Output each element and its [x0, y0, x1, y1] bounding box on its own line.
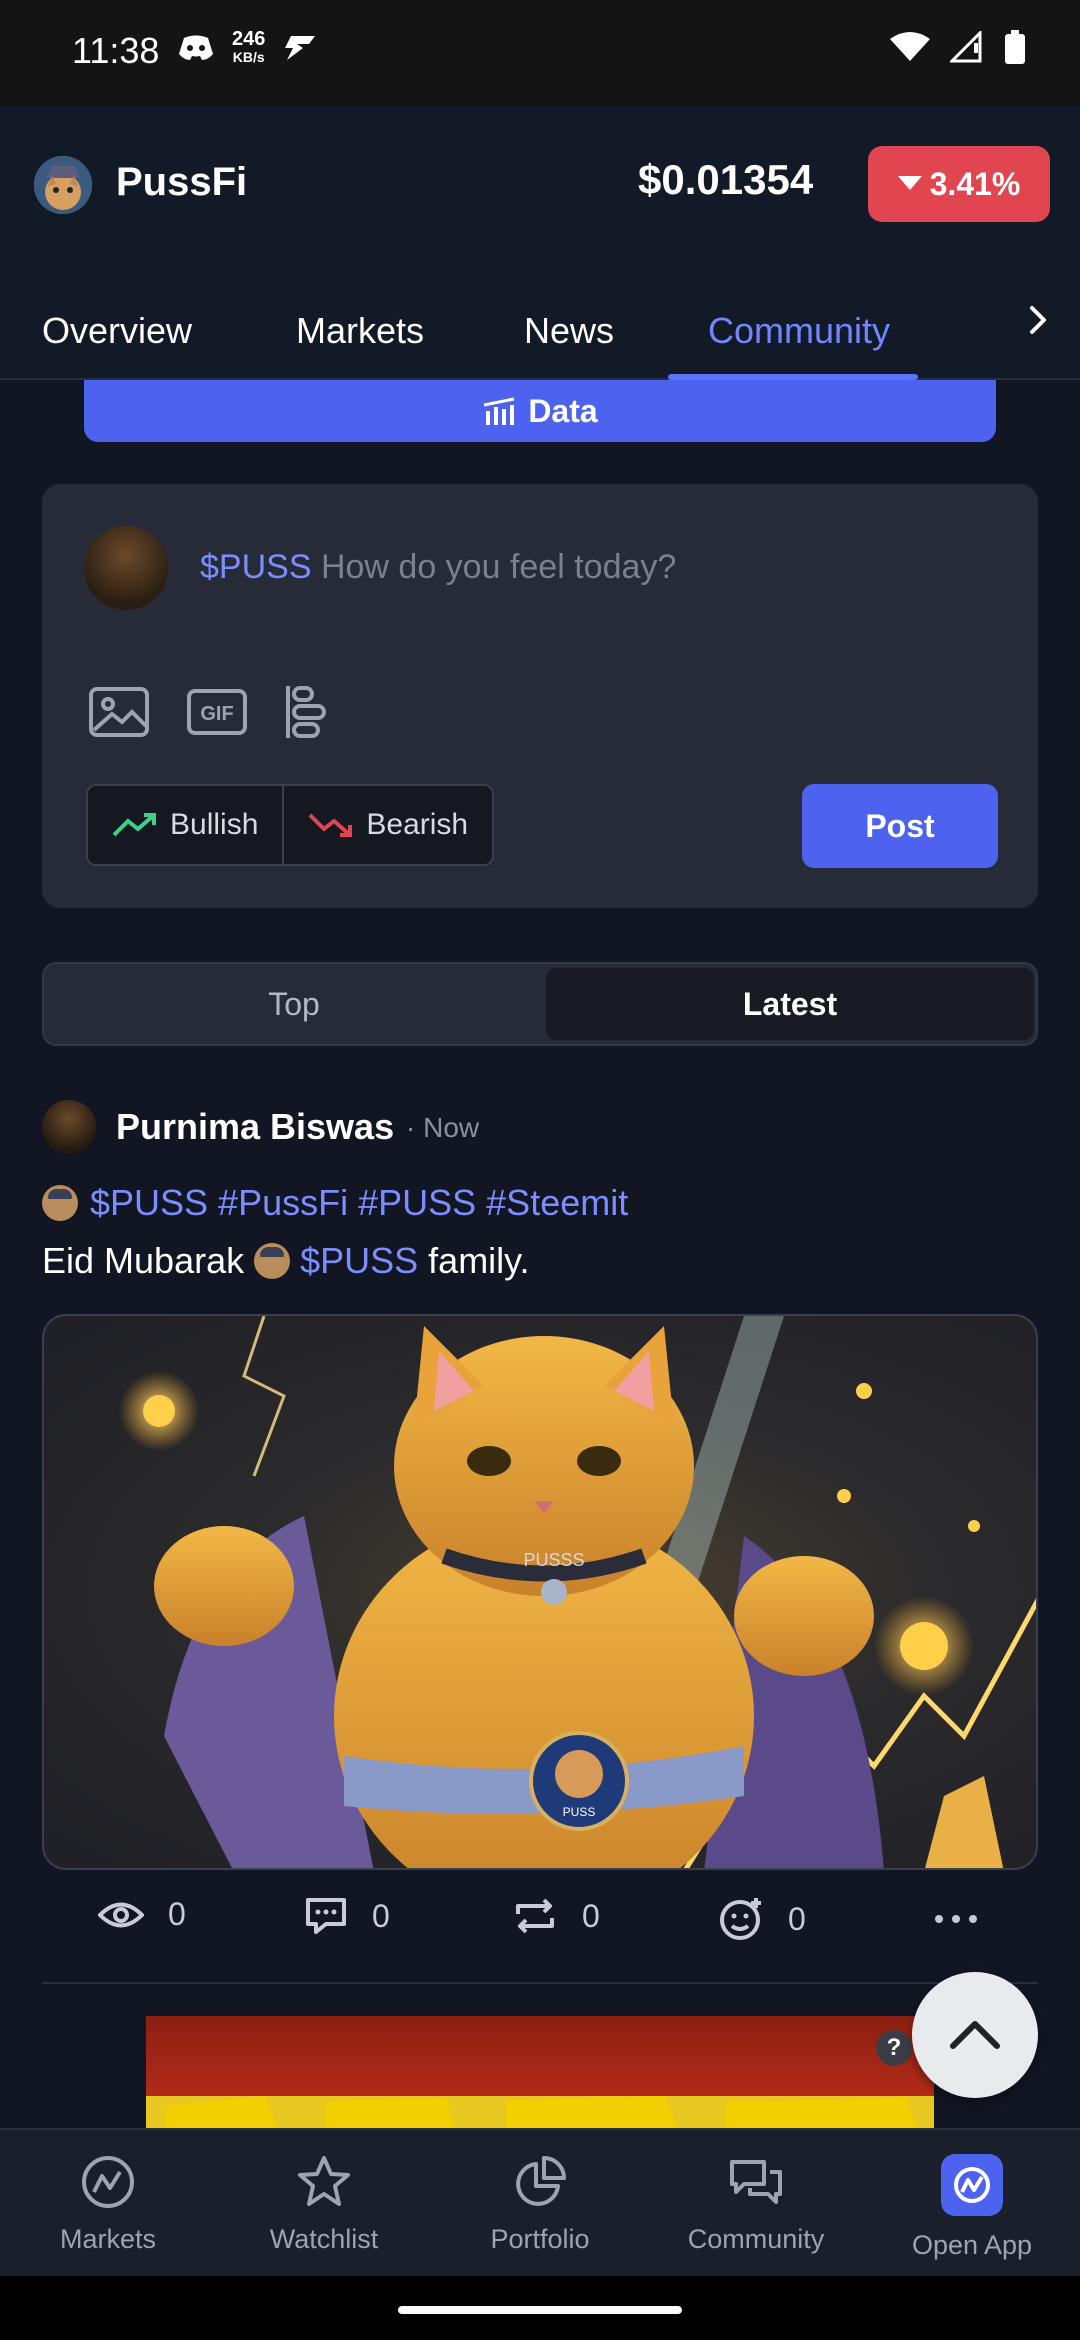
nav-portfolio-label: Portfolio: [490, 2224, 590, 2254]
nav-open-app-label: Open App: [911, 2230, 1033, 2260]
post-text-prefix: Eid Mubarak: [42, 1240, 245, 1281]
gesture-navigation-bar: [0, 2276, 1080, 2340]
nav-markets-label: Markets: [59, 2224, 157, 2254]
bearish-label: Bearish: [366, 808, 469, 841]
pie-chart-icon: [516, 2156, 566, 2206]
user-avatar: [84, 526, 168, 610]
markets-icon: [82, 2156, 134, 2208]
post-composer: $PUSS How do you feel today? GIF Bullish…: [42, 484, 1038, 908]
data-button[interactable]: Data: [84, 380, 996, 442]
comments-count: 0: [372, 1897, 390, 1934]
poll-icon[interactable]: [284, 684, 328, 740]
home-gesture-pill[interactable]: [398, 2306, 682, 2314]
network-speed: 246 KB/s: [232, 28, 266, 65]
post-text-tag[interactable]: $PUSS: [300, 1240, 418, 1282]
status-time: 11:38: [72, 30, 160, 71]
trend-up-icon: [112, 813, 156, 837]
post-timestamp: · Now: [406, 1112, 480, 1143]
views-stat[interactable]: 0: [98, 1896, 186, 1933]
add-reaction-icon: [720, 1898, 761, 1940]
bar-chart-icon: [484, 397, 515, 425]
nav-community-label: Community: [687, 2224, 825, 2254]
composer-placeholder: How do you feel today?: [320, 548, 677, 586]
post-image[interactable]: PUSSS PUSS: [42, 1314, 1038, 1870]
help-icon[interactable]: ?: [876, 2030, 912, 2066]
nav-open-app[interactable]: Open App: [872, 2154, 1072, 2261]
post-tags-line: $PUSS #PussFi #PUSS #Steemit: [42, 1182, 628, 1224]
comments-stat[interactable]: 0: [304, 1896, 390, 1936]
coin-price: $0.01354: [638, 156, 814, 203]
tab-news[interactable]: News: [524, 310, 614, 352]
bottom-navigation: Markets Watchlist Portfolio Community Op…: [0, 2128, 1080, 2276]
trend-down-icon: [308, 813, 353, 837]
post-tags[interactable]: $PUSS #PussFi #PUSS #Steemit: [90, 1182, 628, 1224]
tab-overview[interactable]: Overview: [42, 310, 192, 352]
post-author-avatar[interactable]: [42, 1100, 96, 1154]
price-change-value: 3.41%: [929, 165, 1021, 202]
price-change-badge[interactable]: 3.41%: [868, 146, 1050, 222]
svg-text:PUSSS: PUSSS: [523, 1550, 584, 1570]
reactions-stat[interactable]: 0: [718, 1896, 806, 1942]
views-count: 0: [168, 1896, 186, 1932]
sort-top-button[interactable]: Top: [44, 964, 544, 1044]
battery-icon: [1005, 30, 1025, 64]
cat-emoji-icon: [254, 1243, 291, 1279]
svg-text:PUSS: PUSS: [563, 1805, 596, 1819]
eye-icon: [98, 1902, 144, 1927]
nav-community[interactable]: Community: [656, 2154, 856, 2255]
data-button-label: Data: [528, 392, 598, 429]
chat-bubbles-icon: [730, 2160, 782, 2204]
open-app-icon: [941, 2154, 1003, 2216]
sentiment-selector: Bullish Bearish: [86, 784, 495, 866]
next-post-image-preview[interactable]: [146, 2016, 934, 2128]
reactions-count: 0: [788, 1900, 806, 1937]
bullish-button[interactable]: Bullish: [88, 786, 283, 864]
signal-icon: [950, 31, 982, 63]
reposts-stat[interactable]: 0: [512, 1896, 600, 1936]
coin-logo: [34, 156, 92, 214]
composer-ticker-tag: $PUSS: [200, 548, 312, 586]
reposts-count: 0: [582, 1897, 600, 1934]
post-text-suffix: family.: [428, 1240, 530, 1281]
image-icon[interactable]: [88, 686, 150, 738]
status-bar: 11:38 246 KB/s: [0, 0, 1080, 106]
post-stats: 0 0 0 0: [98, 1896, 998, 1946]
gif-icon[interactable]: GIF: [186, 686, 248, 738]
nav-watchlist-label: Watchlist: [269, 2224, 379, 2254]
post-button[interactable]: Post: [802, 784, 998, 868]
tab-markets[interactable]: Markets: [296, 310, 424, 352]
svg-text:GIF: GIF: [200, 703, 233, 725]
triangle-down-icon: [897, 176, 922, 190]
tab-bar: Overview Markets News Community: [0, 258, 1080, 380]
tab-community[interactable]: Community: [708, 310, 890, 352]
repost-icon: [516, 1898, 554, 1934]
coin-header: PussFi $0.01354 3.41%: [0, 106, 1080, 258]
wifi-icon: [890, 32, 930, 61]
bearish-button[interactable]: Bearish: [282, 786, 493, 864]
nav-portfolio[interactable]: Portfolio: [440, 2154, 640, 2255]
post-text: Eid Mubarak $PUSS family.: [42, 1240, 530, 1282]
chevron-up-icon: [950, 2021, 1000, 2049]
comment-icon: [306, 1898, 346, 1934]
bullish-label: Bullish: [170, 808, 259, 841]
more-options-icon[interactable]: [934, 1914, 978, 1924]
discord-icon: [179, 35, 213, 60]
star-icon: [298, 2156, 350, 2206]
sort-latest-button[interactable]: Latest: [546, 968, 1034, 1040]
nav-watchlist[interactable]: Watchlist: [224, 2154, 424, 2255]
coin-name: PussFi: [116, 160, 248, 204]
scroll-to-top-button[interactable]: [912, 1972, 1038, 2098]
nav-markets[interactable]: Markets: [8, 2154, 208, 2255]
post-divider: [42, 1982, 1038, 1984]
composer-input[interactable]: $PUSS How do you feel today?: [200, 548, 676, 587]
chevron-right-icon[interactable]: [1024, 300, 1052, 340]
app-notification-icon: [285, 36, 316, 60]
feed-sort-toggle: Top Latest: [42, 962, 1038, 1046]
post-author-name[interactable]: Purnima Biswas: [116, 1106, 394, 1148]
cat-emoji-icon: [42, 1185, 78, 1221]
